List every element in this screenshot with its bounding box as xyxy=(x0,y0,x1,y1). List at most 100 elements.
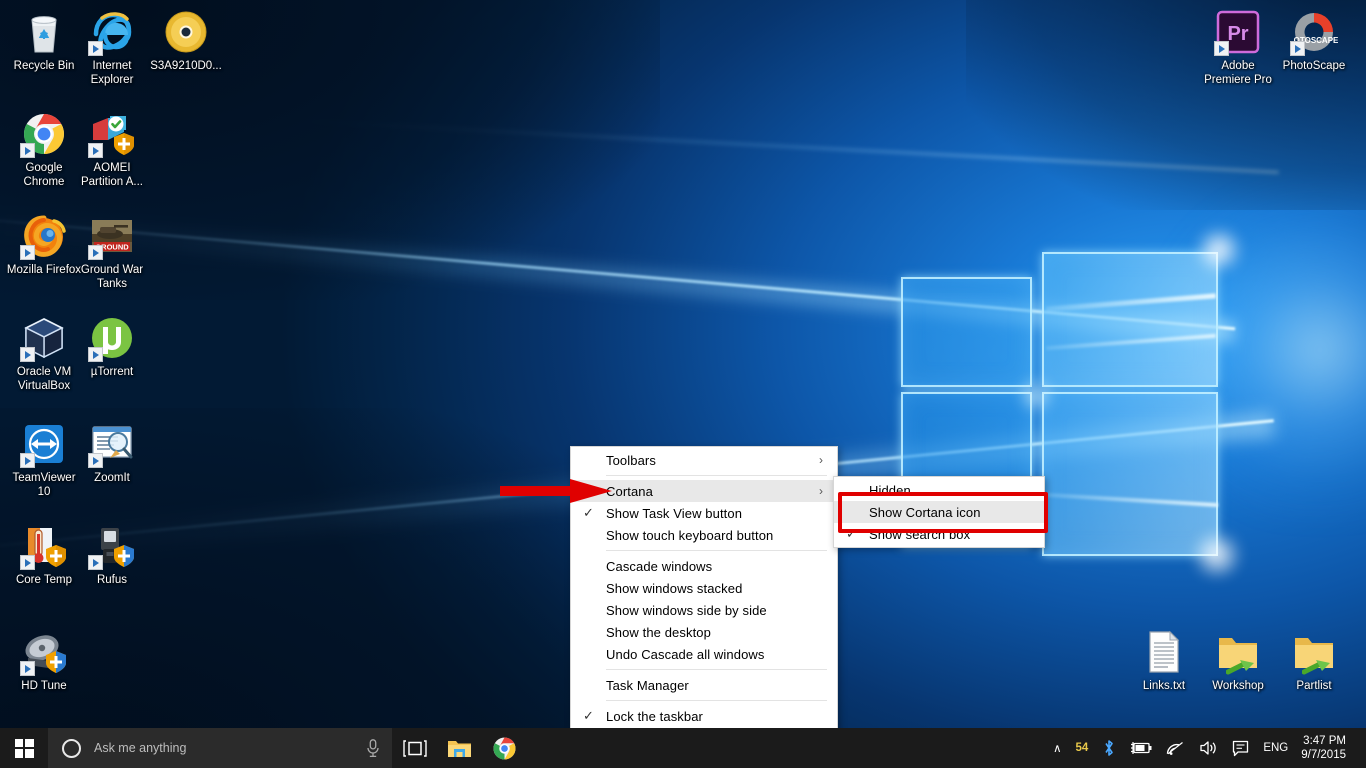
tray-core-temp: 54 xyxy=(1069,728,1096,768)
desktop-icon-hdtune[interactable]: HD Tune xyxy=(6,628,82,694)
tray-wifi-button[interactable] xyxy=(1159,728,1192,768)
context-menu-item[interactable]: Show touch keyboard button xyxy=(571,524,837,546)
context-menu-item[interactable]: Toolbars › xyxy=(571,449,837,471)
tray-language-button[interactable]: ENG xyxy=(1256,728,1295,768)
desktop-icon-coretemp[interactable]: Core Temp xyxy=(6,522,82,588)
cortana-submenu-item[interactable]: ✓ Show search box xyxy=(834,523,1044,545)
desktop-icon-label: S3A9210D0... xyxy=(150,60,222,72)
context-menu-item[interactable]: Show windows side by side xyxy=(571,599,837,621)
desktop-icon-textfile[interactable]: Links.txt xyxy=(1126,628,1202,694)
cortana-submenu-item[interactable]: Hidden xyxy=(834,479,1044,501)
checkmark-icon: ✓ xyxy=(583,708,594,723)
task-view-icon xyxy=(402,739,427,757)
desktop-icon-chrome[interactable]: Google Chrome xyxy=(6,110,82,189)
ground-war-icon: GROUND xyxy=(88,212,136,260)
desktop-icon-virtualbox[interactable]: Oracle VM VirtualBox xyxy=(6,314,82,393)
checkmark-icon: ✓ xyxy=(846,526,857,541)
checkmark-icon: ✓ xyxy=(583,505,594,520)
shortcut-overlay-icon xyxy=(88,41,103,56)
annotation-red-arrow xyxy=(500,479,612,503)
zoomit-icon xyxy=(88,420,136,468)
cortana-submenu-item[interactable]: Show Cortana icon xyxy=(834,501,1044,523)
desktop-icon-label: Google Chrome xyxy=(23,162,65,188)
search-input[interactable]: Ask me anything xyxy=(94,741,364,755)
window-logo-pane-bottom-right xyxy=(1042,392,1218,556)
clock-time: 3:47 PM xyxy=(1303,735,1346,747)
system-tray[interactable]: ∧ 54 ENG 3:47 PM 9/7/2015 xyxy=(1046,728,1366,768)
desktop-icon-label: Adobe Premiere Pro xyxy=(1204,60,1272,86)
desktop-icon-label: Links.txt xyxy=(1142,680,1186,692)
window-logo-pane-top-right xyxy=(1042,252,1218,387)
context-menu-item[interactable]: ✓ Lock the taskbar xyxy=(571,705,837,727)
action-center-icon xyxy=(1233,740,1249,756)
task-view-button[interactable] xyxy=(392,728,437,768)
desktop-icon-disc[interactable]: S3A9210D0... xyxy=(148,8,224,74)
desktop-icon-teamviewer[interactable]: TeamViewer 10 xyxy=(6,420,82,499)
desktop-icon-label: Ground War Tanks xyxy=(80,264,144,290)
cortana-submenu[interactable]: Hidden Show Cortana icon ✓ Show search box xyxy=(833,476,1045,548)
desktop-icon-firefox[interactable]: Mozilla Firefox xyxy=(6,212,82,278)
context-menu-item[interactable]: Task Manager xyxy=(571,674,837,696)
tray-bluetooth-button[interactable] xyxy=(1095,728,1123,768)
context-menu-item[interactable]: Cascade windows xyxy=(571,555,837,577)
tray-battery-button[interactable] xyxy=(1123,728,1159,768)
core-temp-value: 54 xyxy=(1075,742,1089,754)
desktop-icon-folder-link[interactable]: Workshop xyxy=(1200,628,1276,694)
taskbar-app-google-chrome[interactable] xyxy=(482,728,527,768)
textfile-icon xyxy=(1140,628,1188,676)
desktop-icon-premiere[interactable]: Pr Adobe Premiere Pro xyxy=(1200,8,1276,87)
virtualbox-icon xyxy=(20,314,68,362)
chrome-icon xyxy=(20,110,68,158)
desktop-icon-ground-war[interactable]: GROUND Ground War Tanks xyxy=(74,212,150,291)
desktop-icon-rufus[interactable]: Rufus xyxy=(74,522,150,588)
context-menu-separator xyxy=(606,669,827,670)
shortcut-overlay-icon xyxy=(20,245,35,260)
bluetooth-icon xyxy=(1105,740,1114,756)
disc-icon xyxy=(162,8,210,56)
context-menu-item-label: Cortana xyxy=(606,483,653,499)
shortcut-overlay-icon xyxy=(20,453,35,468)
context-menu-item[interactable]: Undo Cascade all windows xyxy=(571,643,837,665)
desktop-icon-utorrent[interactable]: µTorrent xyxy=(74,314,150,380)
firefox-icon xyxy=(20,212,68,260)
start-button[interactable] xyxy=(0,728,48,768)
context-menu-item-label: Show Task View button xyxy=(606,505,743,521)
desktop-icon-label: ZoomIt xyxy=(94,472,130,484)
desktop-icon-aomei[interactable]: AOMEI Partition A... xyxy=(74,110,150,189)
context-menu-item[interactable]: Show the desktop xyxy=(571,621,837,643)
context-menu-item[interactable]: Show windows stacked xyxy=(571,577,837,599)
microphone-icon[interactable] xyxy=(364,738,382,758)
desktop-icon-zoomit[interactable]: ZoomIt xyxy=(74,420,150,486)
cortana-submenu-item-label: Hidden xyxy=(869,482,911,498)
volume-icon xyxy=(1200,741,1217,755)
hdtune-icon xyxy=(20,628,68,676)
tray-action-center-button[interactable] xyxy=(1225,728,1256,768)
desktop-icon-internet-explorer[interactable]: Internet Explorer xyxy=(74,8,150,87)
desktop-icon-label: Mozilla Firefox xyxy=(6,264,82,276)
taskbar[interactable]: Ask me anything ∧ 54 ENG 3:47 PM 9/7/201… xyxy=(0,728,1366,768)
taskbar-app-file-explorer[interactable] xyxy=(437,728,482,768)
context-menu-item[interactable]: ✓ Show Task View button xyxy=(571,502,837,524)
desktop-icon-label: Oracle VM VirtualBox xyxy=(16,366,72,392)
taskbar-clock[interactable]: 3:47 PM 9/7/2015 xyxy=(1295,728,1358,768)
window-logo-corner-glow-2 xyxy=(1188,532,1246,578)
tray-volume-button[interactable] xyxy=(1192,728,1225,768)
folder-link-icon xyxy=(1290,628,1338,676)
window-logo-corner-glow-1 xyxy=(1192,228,1246,272)
context-menu-item-label: Toolbars xyxy=(606,452,656,468)
context-menu-separator xyxy=(606,550,827,551)
cortana-search-box[interactable]: Ask me anything xyxy=(48,728,392,768)
wifi-icon xyxy=(1167,741,1184,755)
teamviewer-icon xyxy=(20,420,68,468)
context-menu-item-label: Cascade windows xyxy=(606,558,713,574)
window-logo-pane-top-left xyxy=(901,277,1032,387)
shortcut-overlay-icon xyxy=(1214,41,1229,56)
context-menu-item-label: Task Manager xyxy=(606,677,689,693)
desktop-icon-recycle-bin[interactable]: Recycle Bin xyxy=(6,8,82,74)
photoscape-icon: OTOSCAPE xyxy=(1290,8,1339,56)
desktop-icon-photoscape[interactable]: OTOSCAPE PhotoScape xyxy=(1276,8,1352,74)
desktop-icon-folder-link[interactable]: Partlist xyxy=(1276,628,1352,694)
context-menu-item-label: Show the desktop xyxy=(606,624,711,640)
tray-overflow-button[interactable]: ∧ xyxy=(1046,728,1068,768)
window-logo-corner-glow-3 xyxy=(1016,378,1056,412)
